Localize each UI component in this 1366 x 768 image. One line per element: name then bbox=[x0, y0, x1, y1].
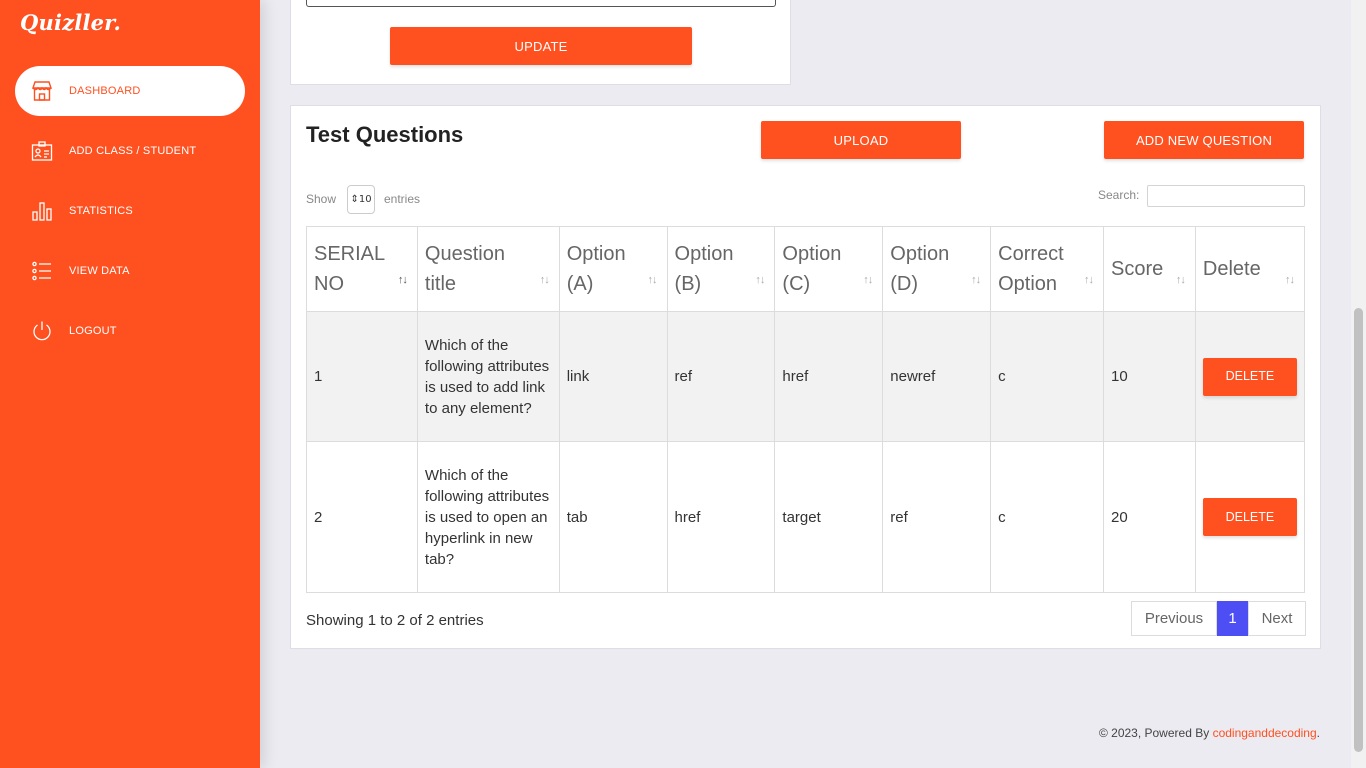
sort-icon: ↑↓ bbox=[1175, 274, 1186, 286]
update-button[interactable]: UPDATE bbox=[390, 27, 692, 65]
sidebar-item-label: DASHBOARD bbox=[69, 85, 141, 97]
sort-icon: ↑↓ bbox=[863, 274, 873, 286]
sidebar-item-add-class-student[interactable]: ADD CLASS / STUDENT bbox=[15, 126, 245, 176]
upload-button[interactable]: UPLOAD bbox=[761, 121, 961, 159]
sort-icon: ↑↓ bbox=[539, 274, 550, 286]
update-card: UPDATE bbox=[290, 0, 791, 85]
cell-serial: 2 bbox=[306, 441, 418, 593]
cell-question: Which of the following attributes is use… bbox=[416, 441, 560, 593]
sidebar: Quizller. DASHBOARD ADD CLASS / STUDENT … bbox=[0, 0, 260, 768]
test-questions-card: Test Questions UPLOAD ADD NEW QUESTION S… bbox=[290, 105, 1321, 649]
cell-option-c: href bbox=[774, 311, 884, 442]
delete-button[interactable]: DELETE bbox=[1202, 498, 1297, 536]
footer-link[interactable]: codinganddecoding bbox=[1213, 726, 1317, 740]
text-input[interactable] bbox=[306, 0, 776, 7]
sort-icon: ↑↓ bbox=[971, 274, 981, 286]
col-option-a[interactable]: Option (A) ↑↓ bbox=[558, 226, 668, 312]
search-label: Search: bbox=[1098, 188, 1140, 202]
add-question-button[interactable]: ADD NEW QUESTION bbox=[1104, 121, 1304, 159]
cell-delete: DELETE bbox=[1194, 441, 1306, 593]
col-correct-option[interactable]: Correct Option ↑↓ bbox=[990, 226, 1104, 312]
cell-option-d: newref bbox=[882, 311, 992, 442]
show-label: Show bbox=[306, 192, 337, 206]
col-delete[interactable]: Delete ↑↓ bbox=[1194, 226, 1306, 312]
cell-score: 20 bbox=[1103, 441, 1196, 593]
col-question-title[interactable]: Question title ↑↓ bbox=[416, 226, 560, 312]
sort-arrows-icon: ⇕ bbox=[350, 194, 359, 205]
col-score[interactable]: Score ↑↓ bbox=[1103, 226, 1196, 312]
cell-correct: c bbox=[990, 441, 1104, 593]
list-icon bbox=[15, 260, 69, 282]
table-header-row: SERIAL NO ↑↓ Question title ↑↓ Option (A) ↑… bbox=[306, 226, 1306, 312]
table-row: 1 Which of the following attributes is u… bbox=[306, 311, 1306, 442]
sidebar-item-label: LOGOUT bbox=[69, 325, 117, 337]
table-row: 2 Which of the following attributes is u… bbox=[306, 441, 1306, 593]
search-input[interactable] bbox=[1147, 185, 1305, 207]
col-serial-no[interactable]: SERIAL NO ↑↓ bbox=[306, 226, 418, 312]
sidebar-item-label: VIEW DATA bbox=[69, 265, 130, 277]
page-1-button[interactable]: 1 bbox=[1217, 601, 1248, 636]
cell-question: Which of the following attributes is use… bbox=[416, 311, 560, 442]
sort-icon: ↑↓ bbox=[1084, 274, 1094, 286]
col-option-c[interactable]: Option (C) ↑↓ bbox=[774, 226, 884, 312]
col-option-d[interactable]: Option (D) ↑↓ bbox=[882, 226, 992, 312]
page-title: Test Questions bbox=[306, 122, 464, 147]
cell-correct: c bbox=[990, 311, 1104, 442]
delete-button[interactable]: DELETE bbox=[1202, 357, 1297, 396]
entries-label: entries bbox=[384, 192, 421, 206]
logo: Quizller. bbox=[20, 10, 122, 35]
cell-serial: 1 bbox=[306, 311, 418, 442]
cell-option-c: target bbox=[774, 441, 884, 593]
cell-option-a: link bbox=[558, 311, 668, 442]
cell-option-b: ref bbox=[666, 311, 776, 442]
sort-icon: ↑↓ bbox=[1285, 274, 1295, 286]
table-info: Showing 1 to 2 of 2 entries bbox=[306, 612, 484, 629]
sort-icon: ↑↓ bbox=[755, 274, 765, 286]
sidebar-item-dashboard[interactable]: DASHBOARD bbox=[15, 66, 245, 116]
pagination: Previous 1 Next bbox=[1131, 601, 1306, 636]
questions-table: SERIAL NO ↑↓ Question title ↑↓ Option (A) ↑… bbox=[306, 226, 1306, 593]
footer: © 2023, Powered By codinganddecoding. bbox=[1098, 726, 1320, 740]
cell-score: 10 bbox=[1103, 311, 1196, 442]
col-option-b[interactable]: Option (B) ↑↓ bbox=[666, 226, 776, 312]
cell-option-d: ref bbox=[882, 441, 992, 593]
sidebar-item-label: STATISTICS bbox=[69, 205, 133, 217]
scrollbar-thumb[interactable] bbox=[1354, 308, 1363, 752]
sidebar-item-statistics[interactable]: STATISTICS bbox=[15, 186, 245, 236]
next-button[interactable]: Next bbox=[1248, 601, 1306, 636]
sidebar-item-logout[interactable]: LOGOUT bbox=[15, 306, 245, 356]
cell-option-a: tab bbox=[558, 441, 668, 593]
id-card-icon bbox=[15, 140, 69, 162]
sidebar-item-label: ADD CLASS / STUDENT bbox=[69, 145, 197, 157]
cell-option-b: href bbox=[666, 441, 776, 593]
store-icon bbox=[15, 80, 69, 102]
bar-chart-icon bbox=[15, 200, 69, 222]
sidebar-item-view-data[interactable]: VIEW DATA bbox=[15, 246, 245, 296]
power-icon bbox=[15, 320, 69, 342]
previous-button[interactable]: Previous bbox=[1131, 601, 1217, 636]
sort-icon: ↑↓ bbox=[647, 274, 658, 286]
cell-delete: DELETE bbox=[1194, 311, 1306, 442]
sort-icon: ↑↓ bbox=[397, 274, 408, 286]
scrollbar[interactable] bbox=[1351, 0, 1366, 768]
page-length-select[interactable]: ⇕ 10 bbox=[347, 185, 375, 214]
